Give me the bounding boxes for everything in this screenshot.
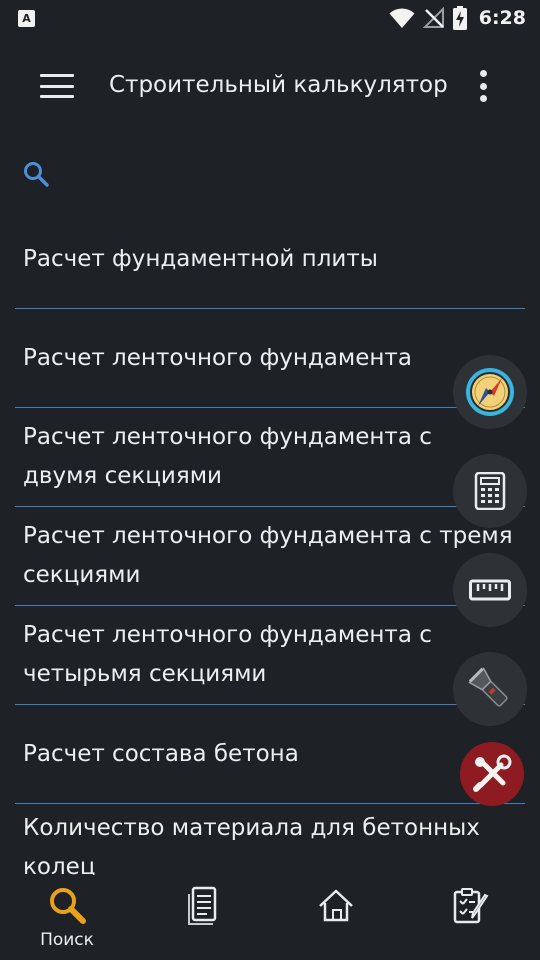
nav-search-label: Поиск: [40, 930, 94, 950]
home-icon: [319, 889, 353, 922]
list-item[interactable]: Расчет ленточного фундамента с четырьмя …: [15, 606, 525, 705]
status-left: A: [18, 9, 35, 27]
list-item[interactable]: Расчет состава бетона: [15, 705, 525, 804]
search-nav-icon: [50, 888, 86, 924]
battery-charging-icon: [452, 6, 467, 30]
more-vert-icon[interactable]: [476, 70, 490, 102]
nav-documents[interactable]: [152, 886, 252, 956]
flashlight-icon: [468, 667, 508, 707]
list-item-label: Расчет ленточного фундамента: [23, 344, 412, 371]
checklist-edit-icon: [453, 888, 489, 924]
calculator-fab[interactable]: [453, 454, 527, 528]
list-item-label: Расчет фундаментной плиты: [23, 245, 378, 272]
flashlight-fab[interactable]: [453, 652, 527, 726]
app-notification-icon: A: [18, 9, 35, 27]
search-icon[interactable]: [22, 160, 50, 188]
list-item[interactable]: Расчет фундаментной плиты: [15, 210, 525, 309]
status-right: 6:28: [389, 6, 526, 30]
app-bar: Строительный калькулятор: [0, 50, 540, 122]
nav-notes[interactable]: [421, 886, 521, 956]
list-item-label: Расчет состава бетона: [23, 740, 299, 767]
list-item-label: Расчет ленточного фундамента с двумя сек…: [23, 424, 432, 489]
search-field[interactable]: [22, 160, 522, 190]
hamburger-menu-icon[interactable]: [40, 74, 74, 98]
nav-home[interactable]: [286, 886, 386, 956]
list-item[interactable]: Расчет ленточного фундамента: [15, 309, 525, 408]
no-signal-icon: [422, 7, 444, 28]
document-icon: [188, 886, 217, 925]
list-item-label: Расчет ленточного фундамента с тремя сек…: [23, 523, 513, 588]
list-item-label: Расчет ленточного фундамента с четырьмя …: [23, 622, 432, 687]
ruler-fab[interactable]: [453, 553, 527, 627]
nav-search[interactable]: Поиск: [17, 886, 117, 956]
compass-icon: [466, 368, 514, 416]
list-item[interactable]: Расчет ленточного фундамента с двумя сек…: [15, 408, 525, 507]
tools-icon: [473, 754, 512, 792]
status-time: 6:28: [478, 7, 526, 29]
status-bar: A 6:28: [0, 0, 540, 36]
tools-fab[interactable]: [460, 742, 524, 806]
compass-fab[interactable]: [453, 355, 527, 429]
list-item-label: Количество материала для бетонных колец: [23, 815, 480, 875]
calculator-list: Расчет фундаментной плиты Расчет ленточн…: [15, 210, 525, 875]
bottom-navigation: Поиск: [0, 878, 540, 960]
ruler-icon: [469, 579, 511, 601]
list-item[interactable]: Расчет ленточного фундамента с тремя сек…: [15, 507, 525, 606]
calculator-icon: [474, 472, 506, 510]
list-item[interactable]: Количество материала для бетонных колец: [15, 804, 525, 875]
wifi-icon: [389, 8, 415, 28]
app-title: Строительный калькулятор: [109, 72, 448, 98]
